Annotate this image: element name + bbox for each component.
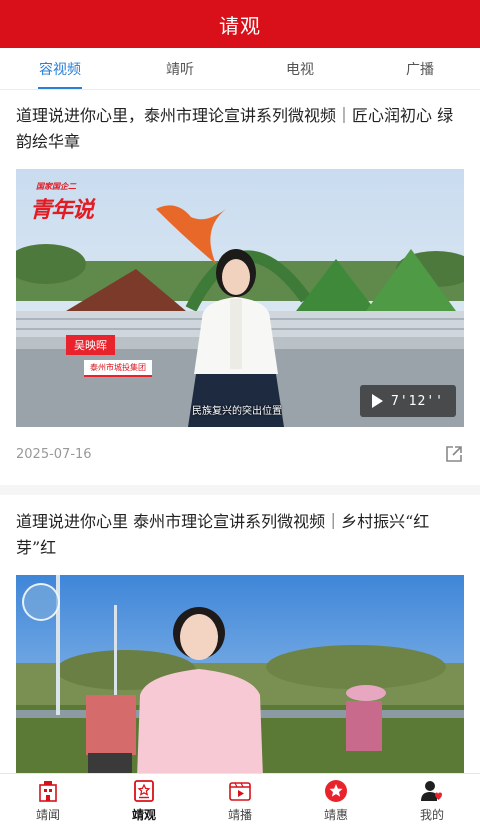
tab-short-video[interactable]: 容视频 — [0, 48, 120, 89]
video-feed[interactable]: 道理说进你心里，泰州市理论宣讲系列微视频｜匠心润初心 绿韵绘华章 国家国企二 青… — [0, 91, 480, 773]
nav-label: 我的 — [419, 807, 444, 822]
nav-item-profile[interactable]: 我的 — [384, 774, 480, 826]
play-icon — [372, 394, 384, 408]
publish-date: 2025-07-16 — [16, 446, 92, 462]
program-logo-title: 青年说 — [30, 197, 94, 223]
article-meta: 2025-07-16 — [16, 427, 464, 481]
tab-radio[interactable]: 广播 — [360, 48, 480, 89]
nav-item-news[interactable]: 靖闻 — [0, 774, 96, 826]
article-title[interactable]: 道理说进你心里 泰州市理论宣讲系列微视频｜乡村振兴“红芽”红 — [16, 495, 464, 561]
star-circle-icon — [325, 779, 347, 802]
tab-active-indicator — [38, 87, 82, 89]
divider — [0, 485, 480, 495]
tab-label: 靖听 — [166, 61, 194, 78]
nav-label: 靖闻 — [35, 807, 60, 822]
tab-label: 电视 — [286, 61, 314, 78]
presenter-org: 泰州市城投集团 — [84, 360, 152, 377]
presenter-namecard: 吴映晖 泰州市城投集团 — [66, 334, 152, 377]
video-subtitle: 民族复兴的突出位置 — [192, 406, 282, 417]
bottom-nav: 靖闻 靖观 靖播 靖惠 我的 — [0, 773, 480, 826]
video-thumbnail[interactable] — [16, 575, 464, 773]
tab-tv[interactable]: 电视 — [240, 48, 360, 89]
share-icon[interactable] — [444, 444, 464, 464]
nav-item-benefits[interactable]: 靖惠 — [288, 774, 384, 826]
app-header: 请观 — [0, 0, 480, 48]
video-scene-image — [16, 575, 464, 773]
program-logo: 国家国企二 青年说 — [30, 181, 94, 224]
list-item[interactable]: 道理说进你心里，泰州市理论宣讲系列微视频｜匠心润初心 绿韵绘华章 国家国企二 青… — [0, 91, 480, 481]
tab-label: 容视频 — [39, 61, 81, 78]
user-heart-icon — [421, 780, 442, 801]
duration-text: 7'12'' — [391, 393, 444, 409]
presenter-name: 吴映晖 — [66, 335, 115, 355]
nav-item-broadcast[interactable]: 靖播 — [192, 774, 288, 826]
article-title[interactable]: 道理说进你心里，泰州市理论宣讲系列微视频｜匠心润初心 绿韵绘华章 — [16, 91, 464, 155]
program-logo-subtitle: 国家国企二 — [36, 182, 76, 191]
watch-badge-icon — [134, 779, 154, 802]
duration-badge[interactable]: 7'12'' — [360, 385, 456, 417]
nav-label: 靖惠 — [323, 807, 348, 822]
category-tabs: 容视频 靖听 电视 广播 — [0, 48, 480, 90]
list-item[interactable]: 道理说进你心里 泰州市理论宣讲系列微视频｜乡村振兴“红芽”红 — [0, 495, 480, 773]
page-title: 请观 — [219, 13, 261, 38]
nav-label: 靖播 — [227, 807, 252, 822]
tab-label: 广播 — [406, 61, 434, 78]
channel-badge-icon — [22, 583, 60, 621]
tab-listen[interactable]: 靖听 — [120, 48, 240, 89]
news-building-icon — [39, 780, 57, 802]
nav-label: 靖观 — [131, 807, 156, 822]
nav-item-watch[interactable]: 靖观 — [96, 774, 192, 826]
video-play-icon — [229, 781, 251, 801]
video-thumbnail[interactable]: 国家国企二 青年说 吴映晖 泰州市城投集团 民族复兴的突出位置 7'12'' — [16, 169, 464, 427]
